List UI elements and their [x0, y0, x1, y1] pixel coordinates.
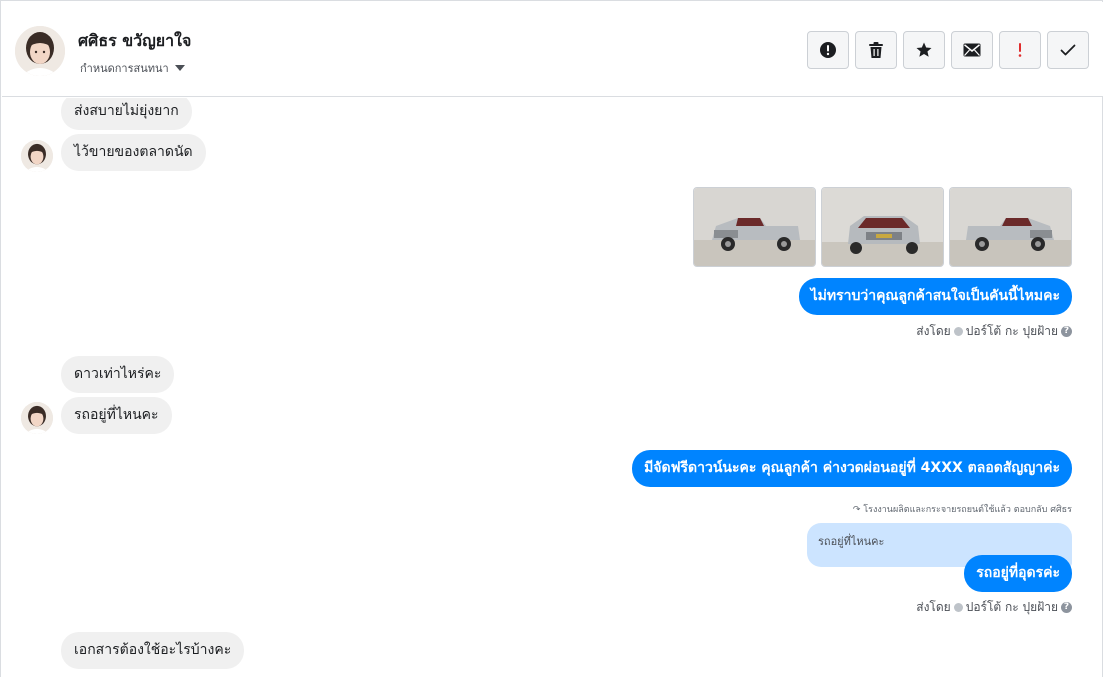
delete-button[interactable] — [855, 31, 897, 69]
conversation-options-label: กำหนดการสนทนา — [80, 62, 169, 75]
sent-by-name[interactable]: ปอร์โต้ กะ ปุยฝ้าย — [966, 598, 1058, 617]
conversation-header: ศศิธร ขวัญยาใจ กำหนดการสนทนา — [2, 2, 1103, 97]
sent-by-label: ส่งโดย ปอร์โต้ กะ ปุยฝ้าย ? — [916, 322, 1072, 341]
incoming-message[interactable]: เอกสารต้องใช้อะไรบ้างคะ — [61, 632, 245, 669]
incoming-message[interactable]: ไว้ขายของตลาดนัด — [61, 134, 206, 171]
mark-done-button[interactable] — [1047, 31, 1089, 69]
star-icon — [916, 42, 932, 57]
help-icon[interactable]: ? — [1061, 326, 1072, 337]
exclamation-icon — [1018, 43, 1022, 57]
photo-attachments — [693, 187, 1072, 267]
conversation-toolbar — [807, 31, 1089, 69]
alert-circle-icon — [820, 42, 836, 58]
reply-arrow-icon: ↷ — [852, 505, 861, 515]
verified-dot-icon — [953, 327, 963, 336]
mark-spam-button[interactable] — [999, 31, 1041, 69]
help-icon[interactable]: ? — [1061, 602, 1072, 613]
message-thread[interactable]: ส่งสบายไม่ยุ่งยาก ไว้ขายของตลาดนัด ไม่ทร… — [2, 98, 1103, 677]
reply-note-text: โรงงานผลิตและกระจายรถยนต์ใช้แล้ว ตอบกลับ… — [863, 505, 1072, 515]
sent-by-label: ส่งโดย ปอร์โต้ กะ ปุยฝ้าย ? — [916, 598, 1072, 617]
sent-by-prefix: ส่งโดย — [916, 324, 951, 338]
outgoing-message[interactable]: รถอยู่ที่อุดรค่ะ — [964, 555, 1072, 592]
incoming-message[interactable]: ส่งสบายไม่ยุ่งยาก — [61, 98, 192, 130]
sender-avatar[interactable] — [21, 402, 53, 434]
truck-photo[interactable] — [693, 187, 816, 267]
verified-dot-icon — [953, 603, 963, 612]
truck-photo[interactable] — [949, 187, 1072, 267]
mark-unread-button[interactable] — [951, 31, 993, 69]
report-button[interactable] — [807, 31, 849, 69]
contact-name[interactable]: ศศิธร ขวัญยาใจ — [78, 29, 191, 54]
star-button[interactable] — [903, 31, 945, 69]
envelope-icon — [963, 43, 981, 57]
outgoing-message[interactable]: มีจัดฟรีดาวน์นะคะ คุณลูกค้า ค่างวดผ่อนอย… — [632, 450, 1072, 487]
caret-down-icon — [174, 65, 185, 71]
trash-icon — [869, 42, 883, 58]
outgoing-message[interactable]: ไม่ทราบว่าคุณลูกค้าสนใจเป็นคันนี้ไหมคะ — [798, 278, 1072, 315]
incoming-message[interactable]: รถอยู่ที่ไหนคะ — [61, 397, 172, 434]
conversation-options-dropdown[interactable]: กำหนดการสนทนา — [80, 59, 185, 77]
incoming-message[interactable]: ดาวเท่าไหร่คะ — [61, 356, 175, 393]
sender-avatar[interactable] — [21, 140, 53, 172]
sent-by-name[interactable]: ปอร์โต้ กะ ปุยฝ้าย — [966, 322, 1058, 341]
sent-by-prefix: ส่งโดย — [916, 600, 951, 614]
checkmark-icon — [1060, 44, 1076, 56]
contact-avatar[interactable] — [15, 26, 65, 76]
reply-note: ↷ โรงงานผลิตและกระจายรถยนต์ใช้แล้ว ตอบกล… — [853, 502, 1072, 516]
conversation-panel: ศศิธร ขวัญยาใจ กำหนดการสนทนา ส่งสบายไม่ย… — [0, 0, 1103, 677]
truck-photo[interactable] — [821, 187, 944, 267]
